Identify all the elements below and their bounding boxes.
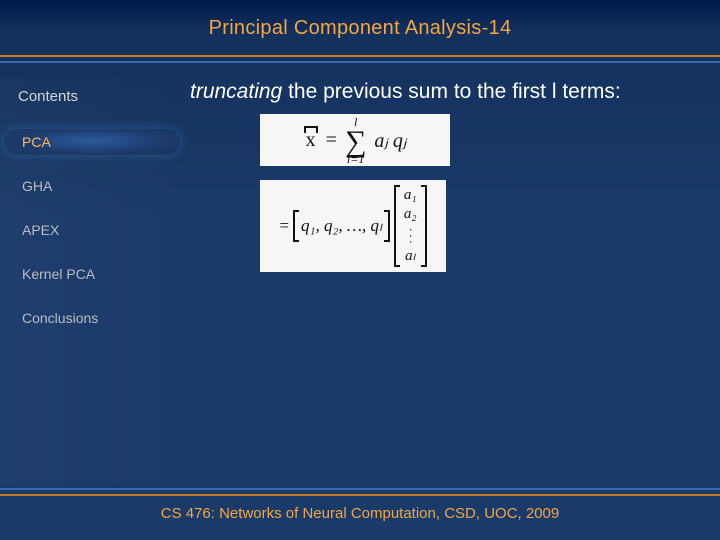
lead-sentence: truncating the previous sum to the first… xyxy=(190,80,694,104)
eq1-lhs-x: x xyxy=(306,129,316,151)
a-column-entries: a₁ a₂ ··· aₗ xyxy=(400,185,421,267)
divider-orange-top xyxy=(0,55,720,57)
sidebar-item-label: GHA xyxy=(22,178,52,194)
a-entry: a₂ xyxy=(404,206,417,223)
slide-title: Principal Component Analysis-14 xyxy=(0,0,720,56)
slide: Principal Component Analysis-14 Contents… xyxy=(0,0,720,540)
eq1-rhs: aⱼ qⱼ xyxy=(374,128,406,153)
lead-italic-word: truncating xyxy=(190,80,282,103)
sidebar-item-label: Kernel PCA xyxy=(22,266,95,282)
sidebar-item-kernel-pca[interactable]: Kernel PCA xyxy=(0,261,190,287)
sidebar-item-conclusions[interactable]: Conclusions xyxy=(0,305,190,331)
sidebar-item-gha[interactable]: GHA xyxy=(0,173,190,199)
equation-matrix-row: = q₁, q₂, …, qₗ a₁ a₂ ··· aₗ xyxy=(260,180,694,272)
divider-blue-bottom xyxy=(0,488,720,490)
eq2-equals: = xyxy=(279,216,289,236)
sidebar-item-apex[interactable]: APEX xyxy=(0,217,190,243)
equation-matrix: = q₁, q₂, …, qₗ a₁ a₂ ··· aₗ xyxy=(260,180,446,272)
bracket-right-icon xyxy=(421,185,427,267)
a-entry: aₗ xyxy=(405,246,415,265)
bracket-right-icon xyxy=(384,210,390,242)
sidebar-item-label: PCA xyxy=(22,134,51,150)
equations: x = l ∑ i=1 aⱼ qⱼ = q₁, q₂, …, qₗ xyxy=(190,114,694,272)
footer-text: CS 476: Networks of Neural Computation, … xyxy=(0,505,720,522)
sidebar-item-label: Conclusions xyxy=(22,310,98,326)
content-area: truncating the previous sum to the first… xyxy=(190,78,720,482)
divider-blue-top xyxy=(0,61,720,63)
sidebar-heading: Contents xyxy=(18,88,190,105)
vdots-icon: ··· xyxy=(409,226,412,244)
sidebar-item-pca[interactable]: PCA xyxy=(0,129,190,155)
q-row-vector: q₁, q₂, …, qₗ xyxy=(293,210,390,242)
divider-orange-bottom xyxy=(0,494,720,496)
sidebar: Contents PCA GHA APEX Kernel PCA Conclus… xyxy=(0,78,190,482)
q-list: q₁, q₂, …, qₗ xyxy=(299,210,384,242)
a-entry: a₁ xyxy=(404,187,417,204)
sigma-symbol: ∑ xyxy=(345,128,366,155)
eq1-lhs-xhat: x xyxy=(304,129,318,152)
sidebar-item-label: APEX xyxy=(22,222,59,238)
eq1-equals: = xyxy=(326,129,337,152)
sigma-icon: l ∑ i=1 xyxy=(345,116,366,165)
sigma-bottom: i=1 xyxy=(347,153,364,165)
lead-rest: the previous sum to the first l terms: xyxy=(282,80,620,103)
a-column-vector: a₁ a₂ ··· aₗ xyxy=(394,185,427,267)
equation-sum: x = l ∑ i=1 aⱼ qⱼ xyxy=(260,114,450,166)
